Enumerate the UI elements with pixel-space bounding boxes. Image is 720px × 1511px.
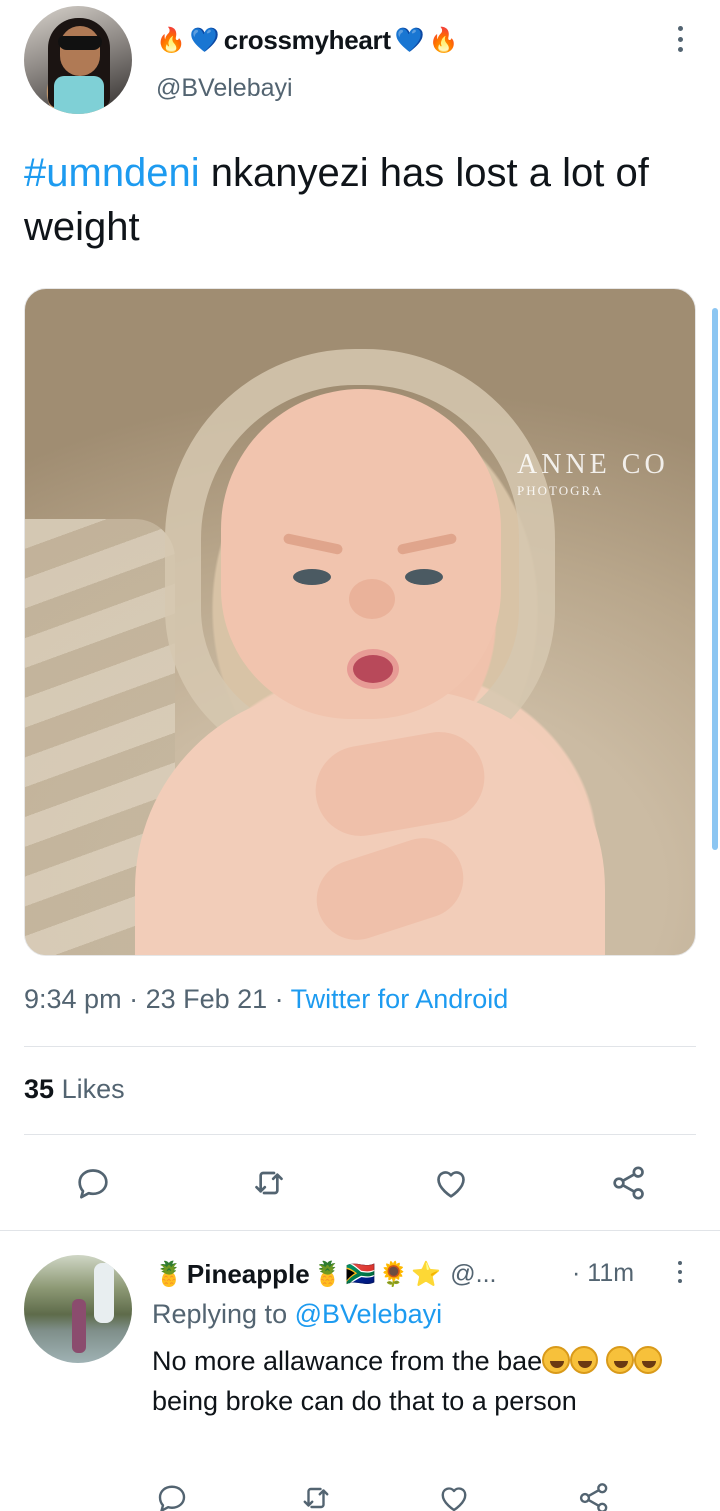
south-africa-flag-icon: 🇿🇦 xyxy=(345,1260,376,1288)
reply-icon xyxy=(78,1169,108,1199)
more-vertical-icon[interactable] xyxy=(672,1259,688,1285)
replying-to-handle-link[interactable]: @BVelebayi xyxy=(295,1299,443,1329)
retweet-button[interactable] xyxy=(246,1160,292,1206)
retweet-icon xyxy=(303,1487,329,1509)
like-button[interactable] xyxy=(428,1160,474,1206)
fire-emoji-icon: 🔥 xyxy=(156,26,186,54)
retweet-icon xyxy=(255,1171,283,1195)
reply-tweet[interactable]: 🍍 Pineapple 🍍 🇿🇦 🌻 ⭐ @... · 11m Replying… xyxy=(0,1231,720,1511)
share-button[interactable] xyxy=(606,1160,652,1206)
tweet-time: 9:34 pm xyxy=(24,984,122,1014)
scrollbar[interactable] xyxy=(712,308,718,850)
like-button[interactable] xyxy=(434,1481,474,1511)
reply-name-row[interactable]: 🍍 Pineapple 🍍 🇿🇦 🌻 ⭐ @... xyxy=(154,1257,497,1291)
laughing-emoji-icon xyxy=(633,1346,662,1374)
reply-button[interactable] xyxy=(152,1481,192,1511)
tweet-media-image[interactable]: ANNE CO PHOTOGRA xyxy=(24,288,696,956)
reply-text: No more allawance from the bae being bro… xyxy=(152,1341,682,1421)
reply-text-part-2: being broke can do that to a person xyxy=(152,1386,577,1416)
retweet-button[interactable] xyxy=(296,1481,336,1511)
reply-handle: @... xyxy=(450,1259,497,1288)
sunflower-emoji-icon: 🌻 xyxy=(378,1260,409,1288)
divider xyxy=(24,1134,696,1135)
share-icon xyxy=(613,1166,644,1200)
baby-mouth xyxy=(347,649,399,689)
avatar-sunglasses xyxy=(58,36,102,50)
heart-icon xyxy=(441,1487,467,1511)
baby-nose xyxy=(349,579,395,619)
watermark-line-1: ANNE CO xyxy=(517,449,669,480)
avatar[interactable] xyxy=(24,6,132,114)
watermark-line-2: PHOTOGRA xyxy=(517,483,604,498)
share-button[interactable] xyxy=(574,1481,614,1511)
tweet-text: #umndeni nkanyezi has lost a lot of weig… xyxy=(24,146,694,254)
avatar[interactable] xyxy=(24,1255,132,1363)
meta-separator: · xyxy=(267,984,291,1014)
laughing-emoji-icon xyxy=(570,1346,599,1374)
tweet-date: 23 Feb 21 xyxy=(145,984,268,1014)
user-handle[interactable]: @BVelebayi xyxy=(156,74,293,103)
likes-number: 35 xyxy=(24,1074,55,1104)
tweet-source-link[interactable]: Twitter for Android xyxy=(291,984,509,1014)
laughing-emoji-icon xyxy=(605,1346,634,1374)
photo-watermark: ANNE CO PHOTOGRA xyxy=(517,449,669,499)
divider xyxy=(24,1046,696,1047)
replying-to: Replying to @BVelebayi xyxy=(152,1299,442,1330)
avatar-person xyxy=(72,1299,86,1353)
star-emoji-icon: ⭐ xyxy=(411,1260,442,1288)
baby-eye-right xyxy=(405,569,443,585)
reply-icon xyxy=(158,1485,186,1511)
likes-count[interactable]: 35 Likes xyxy=(24,1074,125,1105)
avatar-waterfall xyxy=(94,1263,114,1323)
pineapple-emoji-icon: 🍍 xyxy=(154,1260,184,1288)
baby-eye-left xyxy=(293,569,331,585)
more-vertical-icon[interactable] xyxy=(668,22,692,56)
display-name-row[interactable]: 🔥 💙 crossmyheart 💙 🔥 xyxy=(156,22,459,58)
fire-emoji-icon: 🔥 xyxy=(428,26,459,54)
meta-separator: · xyxy=(121,984,146,1014)
main-tweet: 🔥 💙 crossmyheart 💙 🔥 @BVelebayi #umndeni… xyxy=(0,0,720,1230)
reply-display-name: Pineapple xyxy=(186,1258,310,1289)
heart-icon xyxy=(437,1171,465,1198)
hashtag-link[interactable]: #umndeni xyxy=(24,151,200,195)
display-name: crossmyheart xyxy=(223,24,391,55)
laughing-emoji-icon xyxy=(542,1346,571,1374)
share-icon xyxy=(579,1483,608,1511)
blue-heart-emoji-icon: 💙 xyxy=(189,26,220,54)
reply-time: · 11m xyxy=(572,1259,635,1287)
tweet-meta: 9:34 pm · 23 Feb 21 · Twitter for Androi… xyxy=(24,984,508,1015)
replying-prefix: Replying to xyxy=(152,1299,295,1329)
reply-button[interactable] xyxy=(70,1160,116,1206)
blue-heart-emoji-icon: 💙 xyxy=(394,26,425,54)
reply-text-part-1: No more allawance from the bae xyxy=(152,1346,543,1376)
avatar-top xyxy=(54,76,104,114)
likes-label: Likes xyxy=(61,1074,125,1104)
pineapple-emoji-icon: 🍍 xyxy=(312,1260,343,1288)
avatar-face xyxy=(60,26,100,76)
